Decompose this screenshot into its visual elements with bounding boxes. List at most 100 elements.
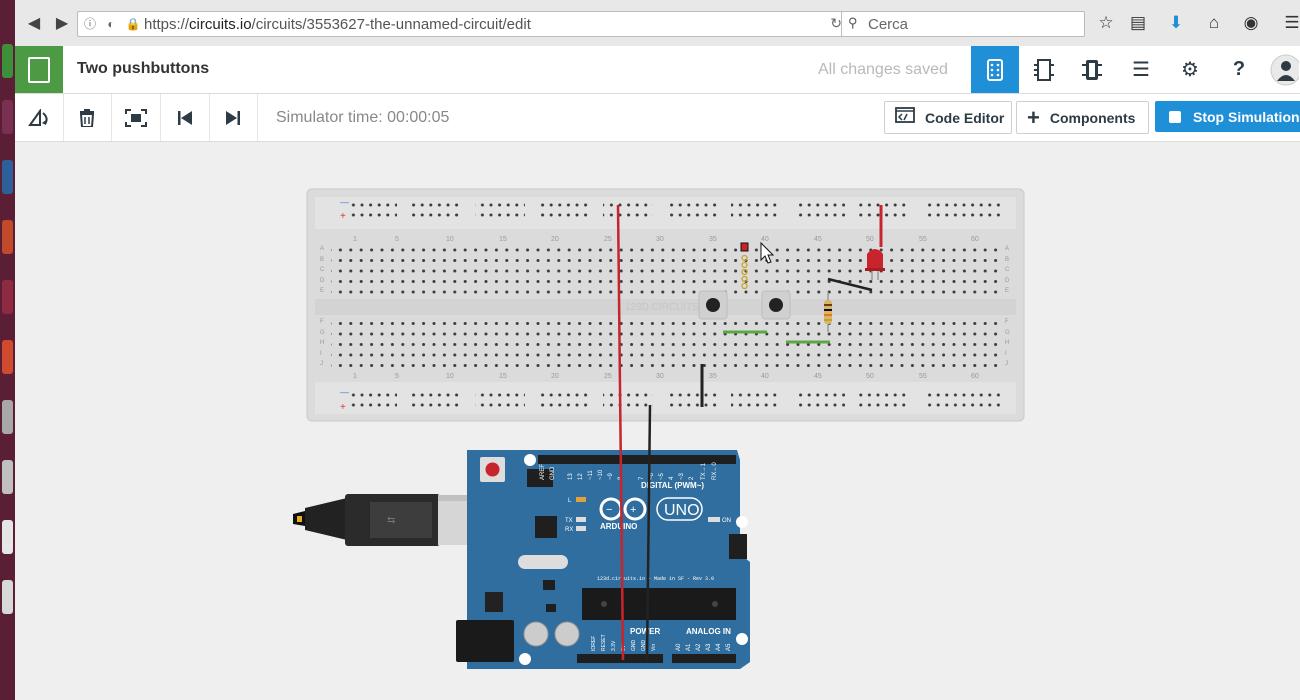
search-input[interactable]: ⚲ Cerca [841, 11, 1085, 37]
pin-label: 3.3V [611, 640, 617, 651]
pin-label: RX←0 [712, 462, 718, 480]
breadboard-view-icon[interactable] [971, 46, 1019, 93]
column-number: 25 [604, 236, 612, 243]
column-number: 35 [709, 236, 717, 243]
pin-label: AREF [540, 464, 546, 480]
on-led [708, 517, 720, 522]
row-letter: A [320, 246, 324, 252]
code-editor-label: Code Editor [925, 109, 1005, 126]
pin-label: A3 [706, 643, 712, 651]
pin-label: A4 [716, 643, 722, 651]
column-number: 5 [395, 236, 399, 243]
row-letter: F [320, 319, 324, 325]
code-editor-button[interactable]: Code Editor [884, 101, 1012, 134]
column-number: 60 [971, 236, 979, 243]
plus-icon: + [1027, 104, 1040, 130]
row-letter: D [320, 278, 325, 284]
pin-label: RESET [601, 634, 607, 651]
column-number: 10 [446, 236, 454, 243]
pushbutton-1[interactable] [698, 290, 728, 320]
column-number: 25 [604, 373, 612, 380]
pin-label: ~10 [598, 469, 604, 480]
power-header[interactable] [577, 654, 663, 663]
terminal-strip-top[interactable] [331, 244, 1003, 297]
row-letter: B [320, 257, 324, 263]
column-number: 40 [761, 373, 769, 380]
components-button[interactable]: + Components [1016, 101, 1149, 134]
simulator-time: Simulator time: 00:00:05 [276, 109, 450, 126]
delete-icon[interactable] [63, 94, 112, 141]
breadboard[interactable]: — + — + 123D CIRCUITS.IO 1 5 10 15 20 25… [306, 188, 1025, 422]
pin-label: ~11 [588, 470, 594, 480]
row-letter: G [320, 330, 325, 336]
reading-list-icon[interactable]: ▤ [1127, 13, 1149, 35]
skip-back-icon[interactable] [161, 94, 210, 141]
back-icon[interactable]: ◀ [23, 12, 45, 34]
pocket-icon[interactable]: ◉ [1240, 13, 1262, 35]
page-title[interactable]: Two pushbuttons [77, 60, 209, 78]
rx-label: RX [565, 527, 573, 533]
column-number: 1 [353, 236, 357, 243]
pushbutton-2[interactable] [761, 290, 791, 320]
svg-text:+: + [630, 504, 636, 516]
arduino-footer: 123d.circuits.io - Made in SF - Rev 3.0 [597, 576, 714, 582]
gear-icon[interactable]: ⚙ [1166, 46, 1214, 93]
power-label: POWER [630, 627, 660, 636]
column-number: 40 [761, 236, 769, 243]
stop-simulation-button[interactable]: Stop Simulation [1155, 101, 1300, 132]
row-letter: H [1005, 340, 1009, 346]
editor-toolbar: Simulator time: 00:00:05 Code Editor + C… [15, 94, 1300, 142]
site-info-icon[interactable]: ⓘ ◐ 🔒 [84, 15, 145, 32]
row-letter: J [1005, 361, 1008, 367]
svg-text:−: − [606, 504, 612, 516]
row-letter: G [1005, 330, 1010, 336]
row-letter: C [320, 267, 325, 273]
pin-label: GND [631, 640, 637, 652]
top-power-rail[interactable] [351, 202, 1001, 218]
rotate-icon[interactable] [15, 94, 64, 141]
url-bar[interactable]: ⓘ ◐ 🔒 https://circuits.io/circuits/35536… [77, 11, 849, 37]
arduino-uno-board[interactable]: − + UNO ARDUINO DIGITAL (PWM~) POWER ANA… [456, 450, 750, 669]
column-number: 15 [499, 236, 507, 243]
column-number: 50 [866, 236, 874, 243]
row-letter: E [1005, 288, 1009, 294]
pin-label: GND [550, 466, 556, 480]
pin-label: A2 [696, 643, 702, 651]
terminal-strip-bottom[interactable] [331, 317, 1003, 370]
circuit-canvas[interactable]: — + — + 123D CIRCUITS.IO 1 5 10 15 20 25… [15, 142, 1300, 700]
help-icon[interactable]: ? [1215, 46, 1263, 93]
digital-header[interactable] [538, 455, 736, 464]
stop-icon [1169, 110, 1181, 123]
row-letter: F [1005, 319, 1009, 325]
skip-forward-icon[interactable] [209, 94, 258, 141]
column-number: 5 [395, 373, 399, 380]
list-icon[interactable]: ☰ [1117, 46, 1165, 93]
fit-screen-icon[interactable] [112, 94, 161, 141]
tx-label: TX [565, 518, 573, 524]
bookmark-star-icon[interactable]: ☆ [1095, 13, 1117, 35]
analog-label: ANALOG IN [686, 627, 731, 636]
code-icon [895, 107, 915, 128]
menu-icon[interactable]: ☰ [1281, 13, 1300, 35]
circuits-logo[interactable] [15, 46, 63, 93]
avatar[interactable] [1267, 46, 1300, 93]
analog-header[interactable] [672, 654, 736, 663]
column-number: 30 [656, 373, 664, 380]
home-icon[interactable]: ⌂ [1203, 13, 1225, 35]
forward-icon[interactable]: ▶ [51, 12, 73, 34]
pin-label: TX→1 [701, 462, 707, 480]
pcb-view-icon[interactable] [1068, 46, 1116, 93]
os-launcher [0, 0, 15, 700]
column-number: 50 [866, 373, 874, 380]
column-number: 15 [499, 373, 507, 380]
download-icon[interactable]: ⬇ [1165, 13, 1187, 35]
column-number: 45 [814, 373, 822, 380]
row-letter: E [320, 288, 324, 294]
row-letter: A [1005, 246, 1009, 252]
schematic-view-icon[interactable] [1020, 46, 1068, 93]
bottom-power-rail[interactable] [351, 392, 1001, 408]
column-number: 30 [656, 236, 664, 243]
row-letter: B [1005, 257, 1009, 263]
column-number: 55 [919, 236, 927, 243]
pin-label: A0 [676, 643, 682, 651]
